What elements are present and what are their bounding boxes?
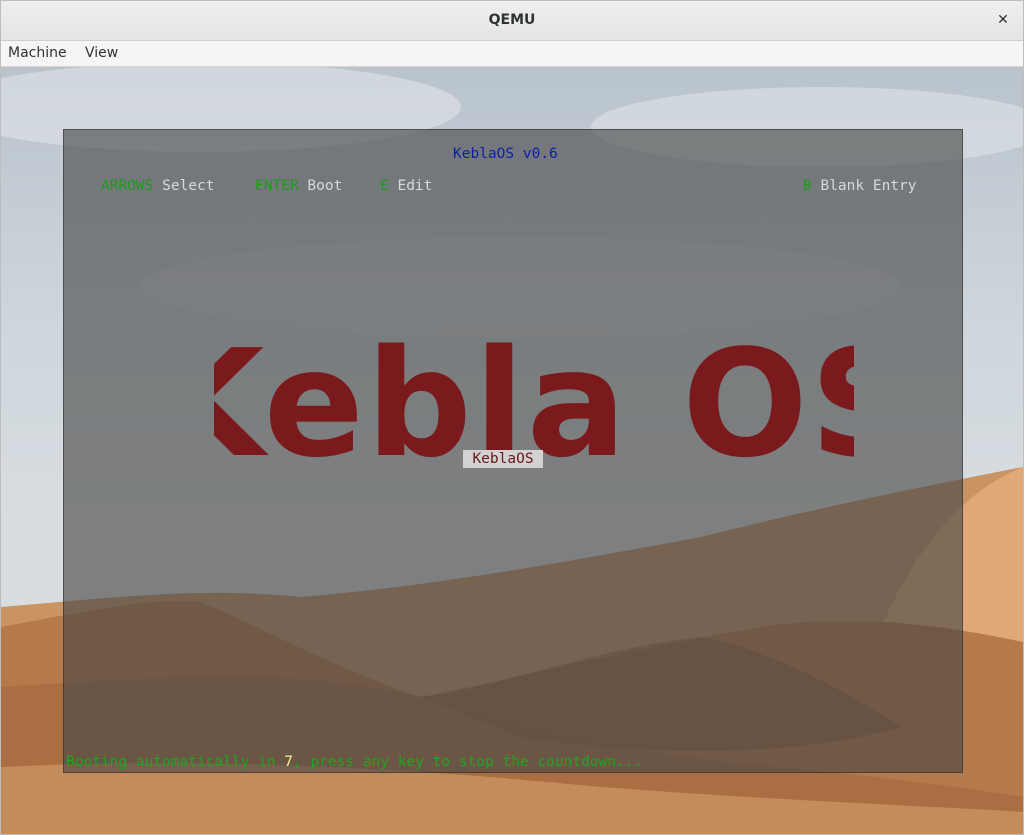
hint-key: ENTER: [255, 178, 299, 194]
hint-arrows: ARROWS Select: [101, 178, 215, 194]
menu-view[interactable]: View: [85, 45, 118, 61]
menu-machine[interactable]: Machine: [8, 45, 67, 61]
hint-action: Blank Entry: [820, 178, 917, 194]
vm-display[interactable]: KeblaOS v0.6 ARROWS Select ENTER Boot E …: [1, 67, 1023, 834]
hint-key: E: [380, 178, 389, 194]
countdown-suffix: , press any key to stop the countdown...: [292, 754, 643, 770]
hint-action: Edit: [397, 178, 433, 194]
hint-key: ARROWS: [101, 178, 154, 194]
hint-key: B: [803, 178, 812, 194]
boot-entry-keblaos[interactable]: KeblaOS: [463, 450, 543, 468]
hint-blank-entry: B Blank Entry: [803, 178, 917, 194]
hint-action: Boot: [307, 178, 343, 194]
qemu-window: QEMU ✕ Machine View KeblaOS v0.6 ARROWS …: [0, 0, 1024, 835]
window-title: QEMU: [488, 12, 536, 28]
countdown-seconds: 7: [284, 754, 293, 770]
menu-bar: Machine View: [1, 41, 1023, 67]
title-bar[interactable]: QEMU ✕: [1, 1, 1023, 41]
countdown-prefix: Booting automatically in: [66, 754, 285, 770]
hint-edit: E Edit: [380, 178, 432, 194]
boot-title: KeblaOS v0.6: [453, 146, 558, 162]
countdown-message: Booting automatically in 7, press any ke…: [66, 754, 642, 770]
hint-enter: ENTER Boot: [255, 178, 342, 194]
hint-action: Select: [162, 178, 215, 194]
bootloader-menu: KeblaOS v0.6 ARROWS Select ENTER Boot E …: [63, 129, 963, 773]
close-icon[interactable]: ✕: [993, 10, 1013, 30]
